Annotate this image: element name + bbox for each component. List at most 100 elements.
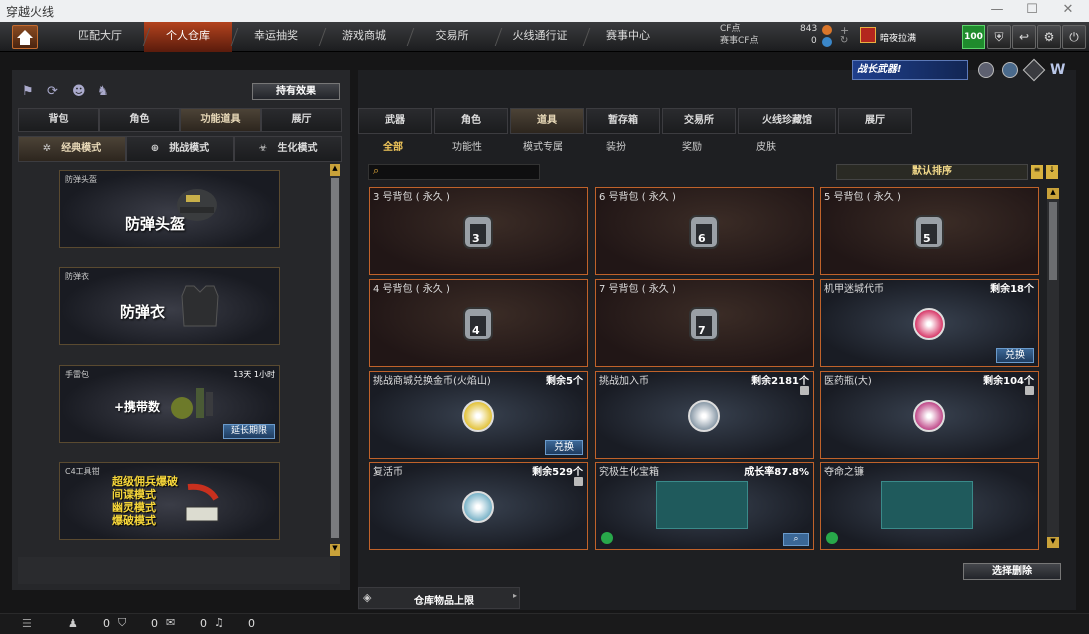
redeem-button[interactable]: 兑换 — [545, 440, 583, 455]
scroll-thumb[interactable] — [1049, 202, 1057, 280]
mode-tab[interactable]: ⊕ 挑战模式 — [126, 136, 234, 162]
item-card[interactable]: 挑战加入币 剩余2181个 — [595, 371, 814, 459]
bag-icon[interactable]: ♞ — [97, 84, 109, 99]
subtab[interactable]: 装扮 — [606, 138, 626, 153]
nav-tab[interactable]: 火线通行证 — [496, 22, 584, 52]
right-tab[interactable]: 火线珍藏馆 — [738, 108, 836, 134]
item-card[interactable]: 夺命之镰 — [820, 462, 1039, 550]
scroll-thumb[interactable] — [331, 178, 339, 538]
bulk-delete-button[interactable]: 选择删除 — [963, 563, 1061, 580]
menu-icon[interactable]: ☰ — [22, 617, 32, 630]
item-card[interactable]: 6 号背包 ( 永久 ) 6 — [595, 187, 814, 275]
growth-badge-icon — [601, 532, 613, 544]
currency-panel: CF点 赛事CF点 — [720, 23, 758, 47]
status-count: 0 — [103, 617, 110, 630]
item-card[interactable]: 究极生化宝箱 成长率87.8% ⌕ — [595, 462, 814, 550]
power-button[interactable]: ⏻ — [1062, 25, 1086, 49]
exit-room-button[interactable]: ↩ — [1012, 25, 1036, 49]
scroll-down-icon[interactable]: ▼ — [1047, 537, 1059, 548]
status-count: 0 — [151, 617, 158, 630]
left-tab[interactable]: 角色 — [99, 108, 180, 132]
left-tab[interactable]: 功能道具 — [180, 108, 261, 132]
refresh-icon[interactable]: ↻ — [840, 35, 848, 46]
item-card[interactable]: 医药瓶(大) 剩余104个 — [820, 371, 1039, 459]
slot-vest[interactable]: 防弹衣 防弹衣 — [59, 267, 280, 345]
slot-c4-tool[interactable]: C4工具钳 超级佣兵爆破 间谍模式 幽灵模式 爆破模式 — [59, 462, 280, 540]
right-tab[interactable]: 武器 — [358, 108, 432, 134]
search-input[interactable]: ⌕ — [368, 164, 540, 180]
speaker-icon[interactable]: ♫ — [214, 616, 224, 629]
medkit-icon — [913, 400, 945, 432]
redeem-button[interactable]: 兑换 — [996, 348, 1034, 363]
item-card[interactable]: 复活币 剩余529个 — [369, 462, 588, 550]
refresh-icon[interactable]: ⟳ — [47, 84, 58, 99]
person-icon[interactable]: ☻ — [72, 84, 86, 99]
nav-tab[interactable]: 幸运抽奖 — [232, 22, 320, 52]
item-card[interactable]: 挑战商城兑换金币(火焰山) 剩余5个 兑换 — [369, 371, 588, 459]
item-name: 挑战商城兑换金币(火焰山) — [373, 376, 491, 387]
item-card[interactable]: 5 号背包 ( 永久 ) 5 — [820, 187, 1039, 275]
extend-button[interactable]: 延长期限 — [223, 424, 275, 439]
w-logo-icon[interactable]: W — [1050, 62, 1065, 78]
minimize-icon[interactable]: — — [980, 2, 1014, 20]
magnify-button[interactable]: ⌕ — [783, 533, 809, 546]
close-icon[interactable]: ✕ — [1051, 2, 1085, 20]
right-tab[interactable]: 角色 — [434, 108, 508, 134]
sort-order-icon[interactable]: ↓ — [1046, 165, 1058, 179]
right-tab[interactable]: 交易所 — [662, 108, 736, 134]
match-cf-value: 0 — [811, 36, 817, 46]
backpack-icon — [914, 215, 944, 249]
effect-button[interactable]: 持有效果 — [252, 83, 340, 100]
left-scrollbar[interactable]: ▲ ▼ — [330, 164, 340, 556]
scroll-up-icon[interactable]: ▲ — [330, 164, 340, 176]
nav-tab[interactable]: 游戏商城 — [320, 22, 408, 52]
scroll-up-icon[interactable]: ▲ — [1047, 188, 1059, 199]
nav-tab[interactable]: 个人仓库 — [144, 22, 232, 52]
home-button[interactable] — [12, 25, 38, 49]
nav-tab[interactable]: 赛事中心 — [584, 22, 672, 52]
weapon-growth-banner[interactable]: 战长武器! — [852, 60, 968, 80]
return-icon: ↩ — [1018, 30, 1030, 44]
right-tab[interactable]: 展厅 — [838, 108, 912, 134]
subtab[interactable]: 全部 — [383, 138, 403, 153]
subtab[interactable]: 功能性 — [452, 138, 482, 153]
right-scrollbar[interactable]: ▲ ▼ — [1047, 188, 1059, 548]
chat-icon[interactable]: ✉ — [166, 616, 175, 629]
warehouse-limit-bar[interactable]: ◈ 仓库物品上限 ▸ — [358, 587, 520, 609]
friends-icon[interactable]: ♟ — [68, 617, 78, 630]
shield-icon[interactable]: ⛉ — [118, 616, 126, 630]
left-tab[interactable]: 展厅 — [261, 108, 342, 132]
subtab[interactable]: 皮肤 — [756, 138, 776, 153]
maximize-icon[interactable]: ☐ — [1015, 2, 1049, 20]
subtab[interactable]: 模式专属 — [523, 138, 563, 153]
right-tab[interactable]: 道具 — [510, 108, 584, 134]
item-card[interactable]: 7 号背包 ( 永久 ) 7 — [595, 279, 814, 367]
left-tab[interactable]: 背包 — [18, 108, 99, 132]
subtab[interactable]: 奖励 — [682, 138, 702, 153]
item-card[interactable]: 机甲迷城代币 剩余18个 兑换 — [820, 279, 1039, 367]
mode-tab[interactable]: ✲ 经典模式 — [18, 136, 126, 162]
scroll-down-icon[interactable]: ▼ — [330, 544, 340, 556]
settings-button[interactable]: ⚙ — [1037, 25, 1061, 49]
emblem-icon[interactable] — [978, 62, 994, 78]
backpack-icon — [463, 215, 493, 249]
level-badge[interactable]: 100 — [962, 25, 985, 49]
slot-label: 手雷包 — [65, 370, 89, 379]
item-card[interactable]: 4 号背包 ( 永久 ) 4 — [369, 279, 588, 367]
c4-mode: 超级佣兵爆破 — [112, 475, 178, 488]
slot-grenade-bag[interactable]: 手雷包 13天 1小时 +携带数 延长期限 — [59, 365, 280, 443]
nav-tab[interactable]: 交易所 — [408, 22, 496, 52]
token-icon — [913, 308, 945, 340]
shield-button[interactable]: ⛨ — [987, 25, 1011, 49]
sort-dropdown[interactable]: 默认排序 — [836, 164, 1028, 180]
globe-icon[interactable] — [1002, 62, 1018, 78]
right-tab[interactable]: 暂存箱 — [586, 108, 660, 134]
mode-tab[interactable]: ☣ 生化模式 — [234, 136, 342, 162]
slot-helmet[interactable]: 防弹头盔 防弹头盔 — [59, 170, 280, 248]
stats-icon[interactable]: ⚑ — [22, 84, 34, 99]
target-icon: ⊕ — [150, 143, 160, 154]
list-view-icon[interactable]: ≡ — [1031, 165, 1043, 179]
left-footer — [18, 557, 340, 584]
item-card[interactable]: 3 号背包 ( 永久 ) 3 — [369, 187, 588, 275]
nav-tab[interactable]: 匹配大厅 — [56, 22, 144, 52]
